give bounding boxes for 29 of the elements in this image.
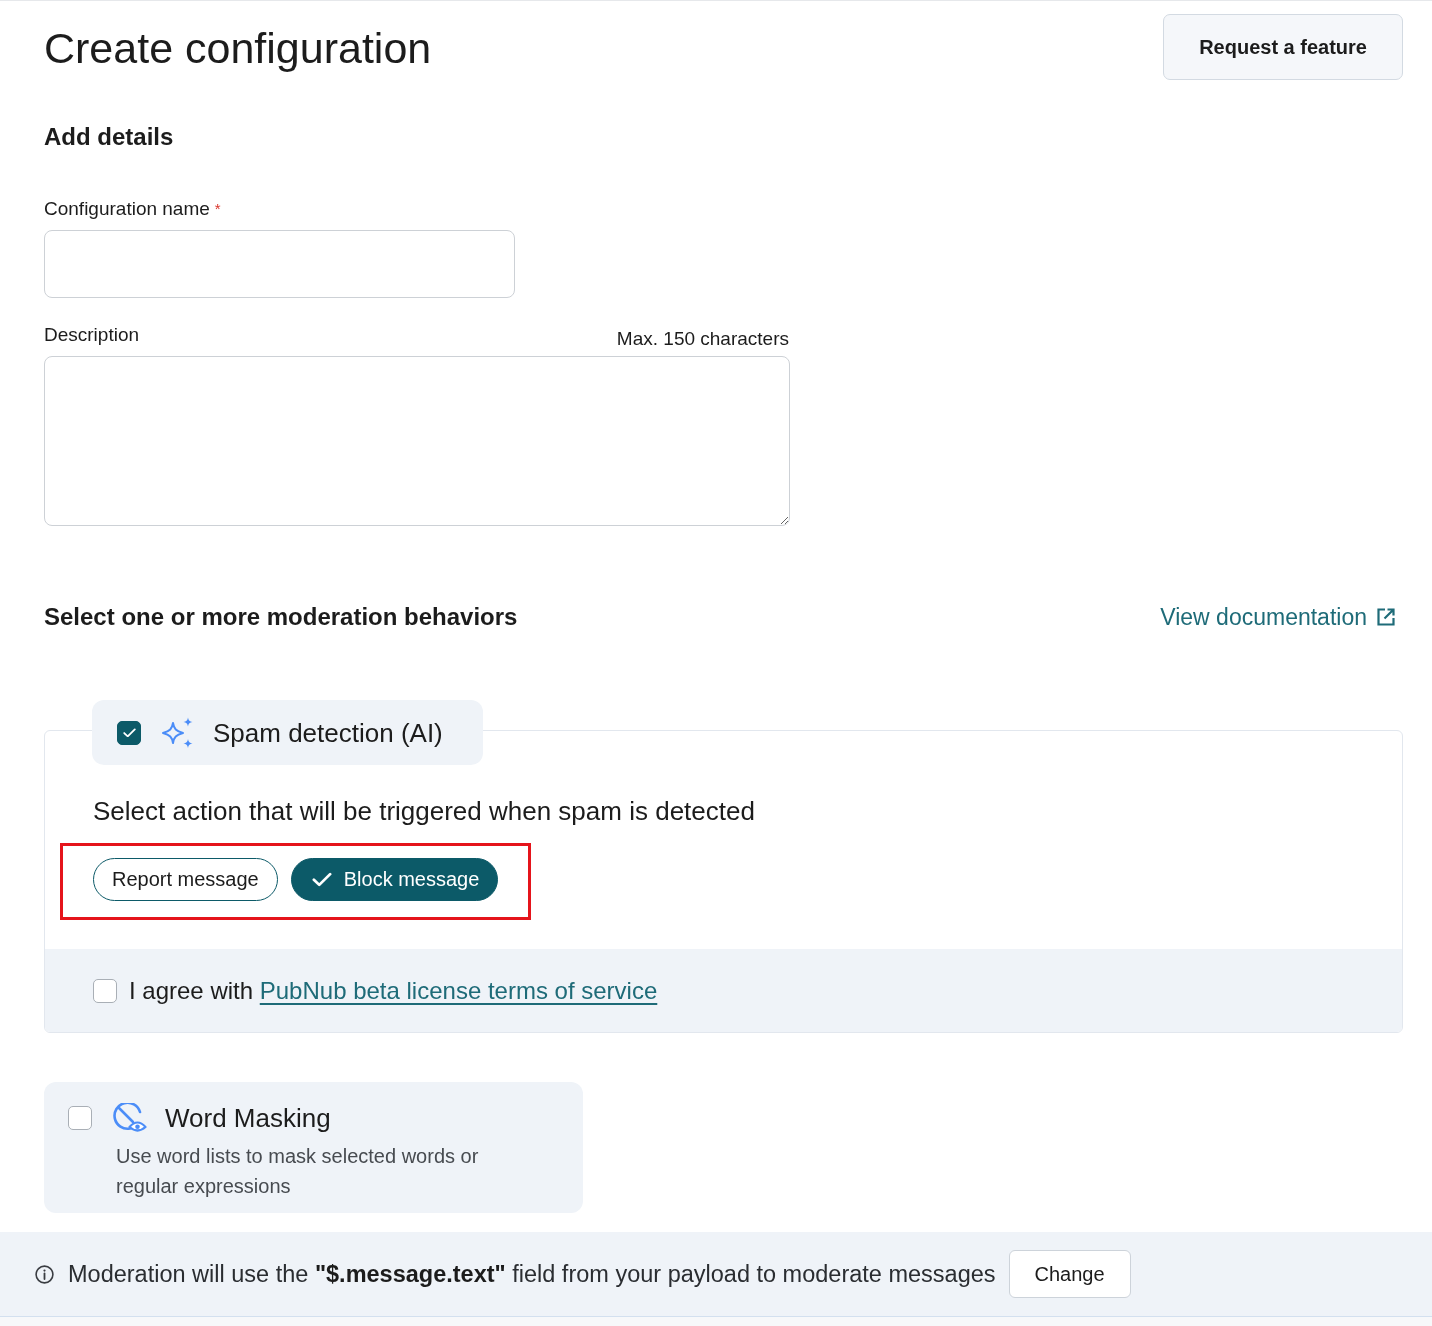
option-title: Word Masking bbox=[165, 1102, 331, 1134]
documentation-link[interactable]: View documentation bbox=[1160, 603, 1396, 631]
license-link[interactable]: PubNub beta license terms of service bbox=[259, 976, 658, 1004]
checkbox[interactable] bbox=[117, 720, 141, 745]
field-label: Configuration name bbox=[44, 197, 210, 221]
page-title: Create configuration bbox=[44, 24, 432, 72]
required-mark: * bbox=[214, 199, 221, 219]
check-icon bbox=[122, 727, 136, 738]
agreement-text: I agree with PubNub beta license terms of service bbox=[129, 976, 658, 1005]
checkbox[interactable] bbox=[68, 1106, 92, 1130]
check-icon bbox=[311, 872, 332, 887]
section-heading: Select one or more moderation behaviors bbox=[44, 602, 518, 632]
info-icon bbox=[35, 1264, 54, 1284]
action-prompt: Select action that will be triggered when spam is detected bbox=[93, 795, 755, 827]
character-limit-hint: Max. 150 characters bbox=[616, 327, 789, 351]
info-text: Moderation will use the "$.message.text" field from your payload to moderate messages bbox=[68, 1260, 996, 1288]
option-title: Spam detection (AI) bbox=[213, 716, 443, 749]
action-chip[interactable]: Block message bbox=[290, 858, 499, 901]
eye-slash-icon bbox=[113, 1102, 147, 1134]
change-button[interactable]: Change bbox=[1008, 1250, 1131, 1298]
section-heading: Add details bbox=[44, 122, 175, 152]
request-feature-button[interactable]: Request a feature bbox=[1163, 14, 1403, 80]
name-input[interactable] bbox=[44, 230, 515, 298]
external-link-icon bbox=[1376, 607, 1396, 627]
option-description: Use word lists to mask selected words or regular expressions bbox=[116, 1144, 480, 1199]
action-chip[interactable]: Report message bbox=[93, 858, 278, 901]
checkbox[interactable] bbox=[93, 978, 117, 1003]
sparkle-icon bbox=[161, 716, 195, 749]
field-label: Description bbox=[44, 323, 140, 347]
